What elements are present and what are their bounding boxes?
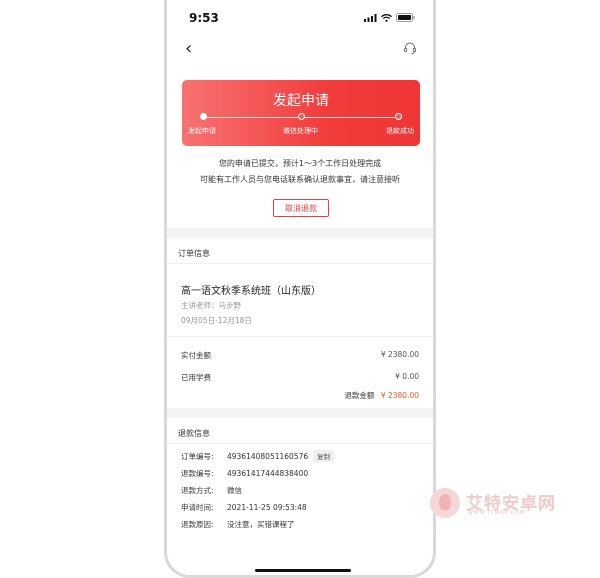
paid-amount-value: ¥ 2380.00 bbox=[380, 350, 419, 359]
order-number-label: 订单编号: bbox=[181, 452, 214, 461]
apply-time-label: 申请时间: bbox=[181, 503, 214, 512]
refund-reason-row: 退款原因: 没注意，买错课程了 bbox=[181, 519, 295, 530]
refund-progress-banner: 发起申请 发起申请 微信处理中 退款成功 bbox=[182, 80, 420, 146]
course-dates: 09月05日-12月18日 bbox=[181, 316, 252, 325]
divider bbox=[167, 336, 433, 337]
back-arrow-icon[interactable]: ‹ bbox=[185, 40, 192, 58]
notice-line-1: 您的申请已提交，预计1～3个工作日处理完成 bbox=[218, 159, 382, 168]
status-icons bbox=[364, 13, 415, 22]
order-number-value: 49361408051160576 bbox=[227, 452, 309, 461]
watermark-logo-icon bbox=[430, 488, 460, 518]
step-dot-2 bbox=[298, 113, 305, 120]
refund-total: 退款金额 ¥ 2380.00 bbox=[344, 390, 419, 401]
watermark-subtext: WWW.ITMOP.COM bbox=[468, 510, 526, 516]
order-info-header: 订单信息 bbox=[167, 238, 433, 264]
copy-button[interactable]: 复制 bbox=[313, 450, 335, 462]
refund-method-value: 微信 bbox=[227, 486, 242, 495]
used-fee-value: ¥ 0.00 bbox=[395, 372, 419, 381]
order-number-row: 订单编号: 49361408051160576 复制 bbox=[181, 450, 335, 462]
refund-number-value: 49361417444838400 bbox=[227, 469, 309, 478]
paid-amount-label: 实付金额 bbox=[181, 351, 211, 360]
refund-method-label: 退款方式: bbox=[181, 486, 214, 495]
wifi-icon bbox=[381, 13, 392, 22]
notice-text: 您的申请已提交，预计1～3个工作日处理完成 可能有工作人员与您电话联系确认退款事… bbox=[167, 156, 433, 188]
site-watermark: 艾特安卓网 WWW.ITMOP.COM bbox=[430, 486, 580, 522]
battery-icon bbox=[396, 13, 415, 22]
notice-line-2: 可能有工作人员与您电话联系确认退款事宜，请注意接听 bbox=[200, 175, 400, 184]
status-bar: 9:53 bbox=[167, 0, 433, 40]
apply-time-row: 申请时间: 2021-11-25 09:53:48 bbox=[181, 502, 307, 513]
refund-amount-label: 退款金额 bbox=[344, 391, 375, 400]
signal-icon bbox=[364, 13, 377, 22]
step-label-2: 微信处理中 bbox=[283, 127, 318, 135]
course-title: 高一语文秋季系统班（山东版） bbox=[181, 286, 321, 297]
order-info-card: 订单信息 高一语文秋季系统班（山东版） 主讲老师：马步野 09月05日-12月1… bbox=[167, 238, 433, 408]
screen: 9:53 ‹ 发起申请 发起申请 微信处理中 退款成功 您的申请已提交，预计1～… bbox=[167, 0, 433, 575]
top-area: 9:53 ‹ 发起申请 发起申请 微信处理中 退款成功 您的申请已提交，预计1～… bbox=[167, 0, 433, 228]
phone-frame: 9:53 ‹ 发起申请 发起申请 微信处理中 退款成功 您的申请已提交，预计1～… bbox=[164, 0, 436, 578]
status-time: 9:53 bbox=[189, 11, 219, 25]
apply-time-value: 2021-11-25 09:53:48 bbox=[227, 503, 307, 512]
nav-bar: ‹ bbox=[167, 40, 433, 62]
refund-number-row: 退款编号: 49361417444838400 bbox=[181, 468, 308, 479]
refund-info-card: 退款信息 订单编号: 49361408051160576 复制 退款编号: 49361… bbox=[167, 418, 433, 575]
cancel-refund-button[interactable]: 取消退款 bbox=[273, 199, 329, 217]
refund-method-row: 退款方式: 微信 bbox=[181, 485, 242, 496]
refund-info-header: 退款信息 bbox=[167, 418, 433, 444]
used-fee-label: 已用学费 bbox=[181, 373, 211, 382]
refund-number-label: 退款编号: bbox=[181, 469, 214, 478]
step-label-1: 发起申请 bbox=[188, 127, 216, 135]
course-teacher: 主讲老师：马步野 bbox=[181, 301, 241, 310]
step-dot-3 bbox=[395, 113, 402, 120]
step-dot-1-checked-icon bbox=[200, 113, 207, 120]
headset-icon[interactable] bbox=[403, 41, 417, 55]
home-indicator bbox=[255, 569, 351, 572]
banner-title: 发起申请 bbox=[273, 93, 329, 109]
refund-reason-value: 没注意，买错课程了 bbox=[227, 520, 295, 529]
refund-amount-value: ¥ 2380.00 bbox=[380, 391, 419, 400]
refund-reason-label: 退款原因: bbox=[181, 520, 214, 529]
step-label-3: 退款成功 bbox=[386, 127, 414, 135]
